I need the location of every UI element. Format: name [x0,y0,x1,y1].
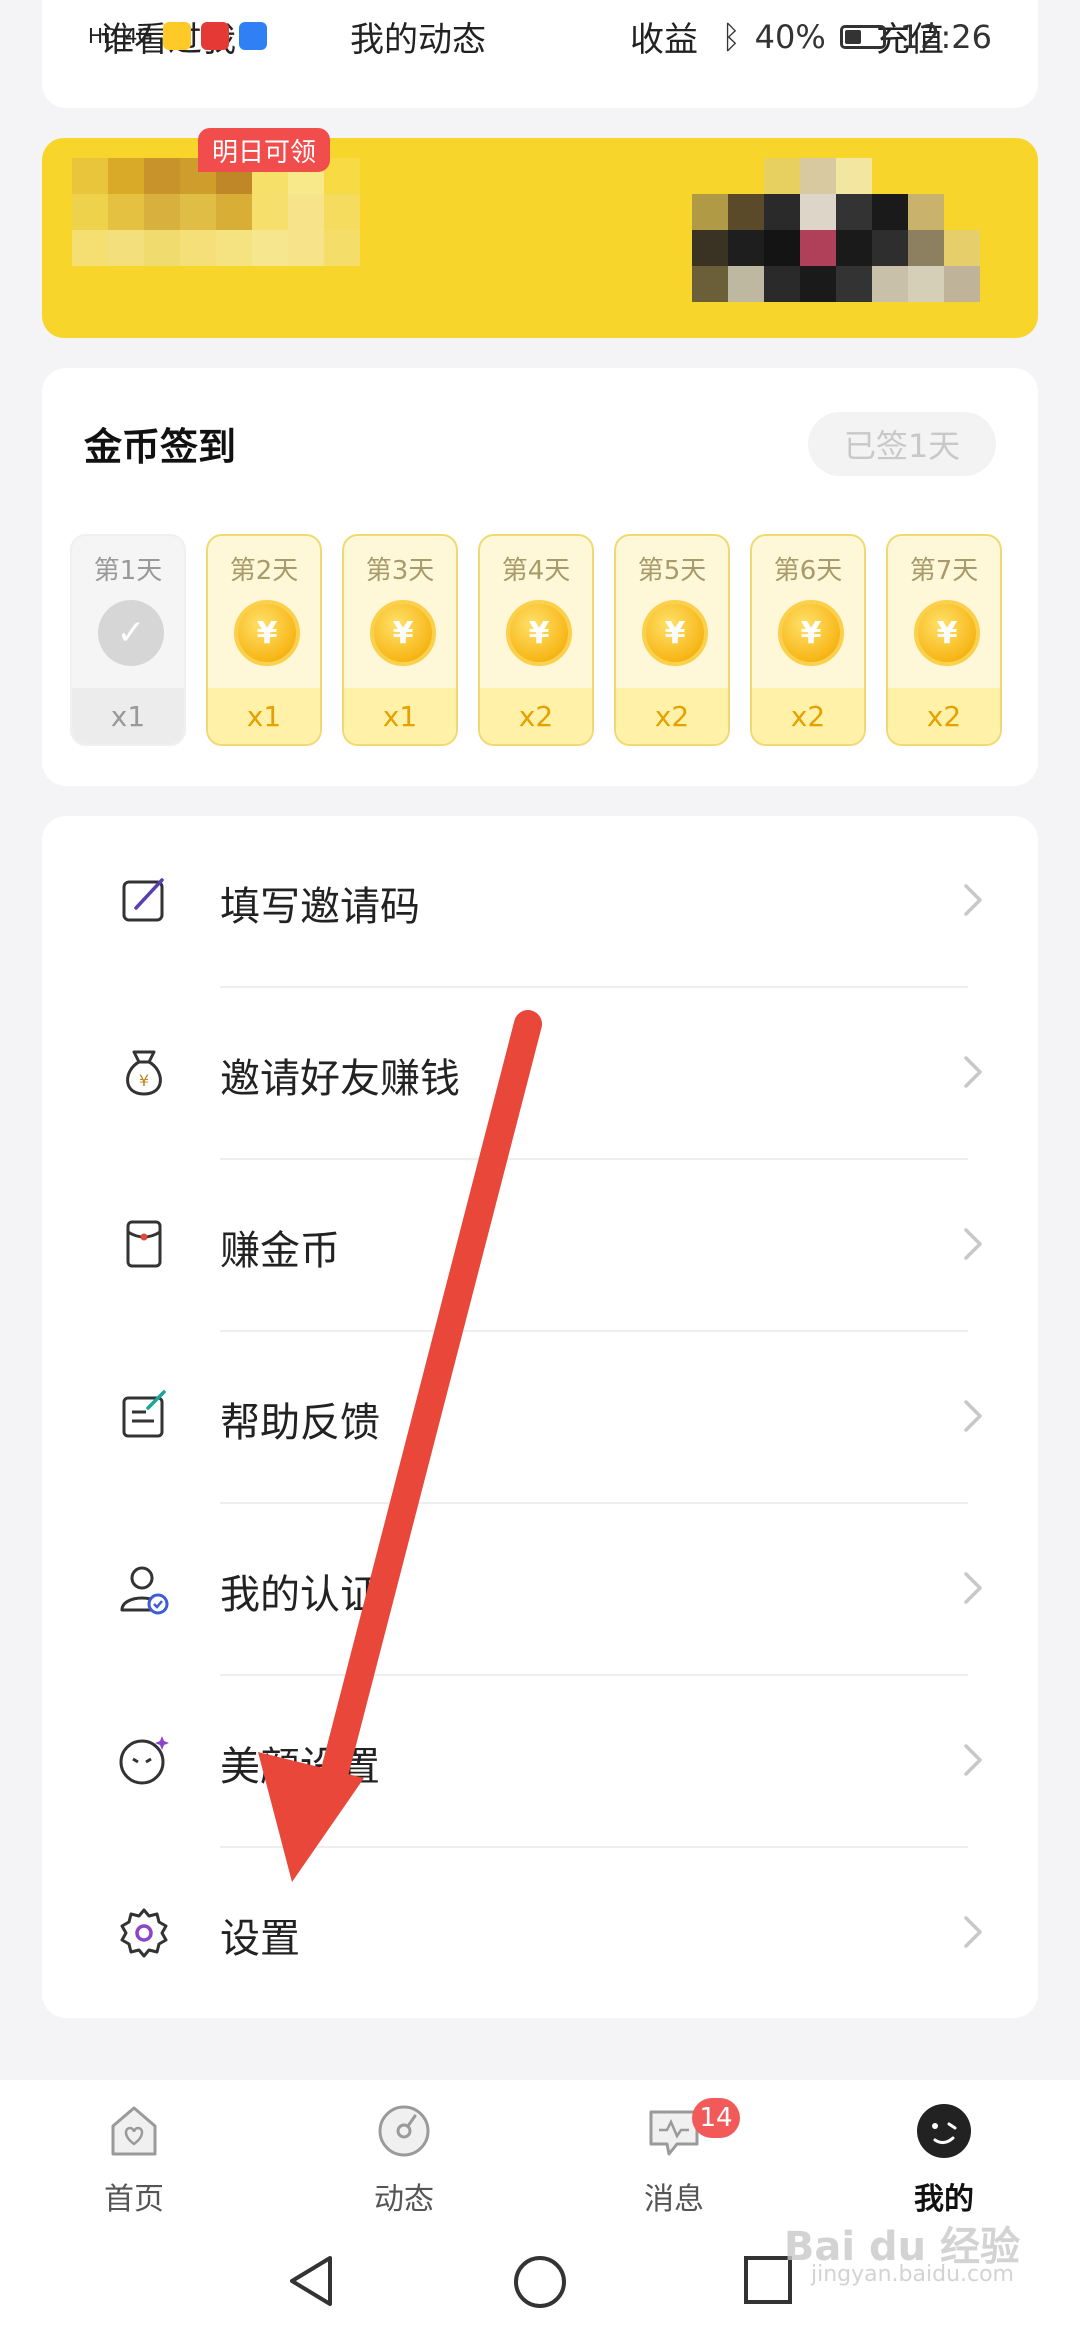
sign-in-title: 金币签到 [84,425,237,469]
menu-label: 邀请好友赚钱 [220,1056,460,1102]
nav-label: 动态 [374,2182,434,2217]
menu-item-help-feedback[interactable]: 帮助反馈 [42,1332,1038,1504]
sign-day-4[interactable]: 第4天 ¥ x2 [478,534,594,746]
nav-home[interactable]: 首页 [64,2102,204,2218]
huawei-app-icon [201,22,230,50]
menu-item-invite-friends[interactable]: ¥ 邀请好友赚钱 [42,988,1038,1160]
menu-item-beauty-settings[interactable]: 美颜设置 [42,1676,1038,1848]
coin-icon: ¥ [234,600,300,666]
day-label: 第5天 [637,556,707,586]
day-reward: x2 [616,688,728,744]
day-reward: x1 [344,688,456,744]
back-icon[interactable] [286,2254,336,2308]
feed-disc-icon [378,2105,430,2157]
sign-in-days: 第1天 ✓ x1 第2天 ¥ x1 第3天 ¥ x1 第4天 ¥ x2 第5天 … [70,534,1002,746]
coin-icon: ¥ [506,600,572,666]
status-bar: HD 4G ᛒ 40% 12:26 [0,0,1080,80]
svg-text:¥: ¥ [139,1071,149,1090]
coin-icon: ¥ [370,600,436,666]
coin-icon: ¥ [914,600,980,666]
menu-label: 帮助反馈 [220,1400,380,1446]
menu-label: 我的认证 [220,1572,380,1618]
chat-app-icon [239,22,268,50]
battery-icon [839,25,886,49]
menu-item-earn-coins[interactable]: 赚金币 [42,1160,1038,1332]
day-label: 第7天 [909,556,979,586]
bluetooth-icon: ᛒ [721,18,741,56]
day-reward: x1 [208,688,320,744]
menu-label: 填写邀请码 [220,884,420,930]
coin-icon: ¥ [642,600,708,666]
sign-day-2[interactable]: 第2天 ¥ x1 [206,534,322,746]
chevron-right-icon [964,1572,982,1604]
coin-icon: ¥ [778,600,844,666]
day-reward: x2 [888,688,1000,744]
nav-feed[interactable]: 动态 [334,2102,474,2218]
chevron-right-icon [964,1744,982,1776]
home-heart-icon [111,2106,157,2156]
notification-icon [163,22,192,50]
home-circle-icon[interactable] [512,2254,568,2310]
day-reward: x1 [72,688,184,744]
chevron-right-icon [964,1056,982,1088]
day-reward: x2 [480,688,592,744]
day-reward: x2 [752,688,864,744]
menu-label: 设置 [220,1916,300,1962]
profile-face-icon [917,2104,971,2158]
menu-item-verification[interactable]: 我的认证 [42,1504,1038,1676]
sign-day-3[interactable]: 第3天 ¥ x1 [342,534,458,746]
checkmark-icon: ✓ [98,600,164,666]
settings-menu: 填写邀请码 ¥ 邀请好友赚钱 赚金币 帮助反馈 我的认证 美颜设置 设置 [42,816,1038,2018]
battery-percent: 40% [754,18,826,56]
nav-profile[interactable]: 我的 [874,2102,1014,2218]
gear-icon [120,1908,168,1958]
nav-label: 消息 [644,2182,704,2217]
nav-label: 首页 [104,2182,164,2217]
banner-mosaic-text [72,158,396,266]
tomorrow-reward-badge: 明日可领 [198,128,330,172]
chevron-right-icon [964,1228,982,1260]
money-bag-icon: ¥ [126,1050,162,1096]
day-label: 第6天 [773,556,843,586]
day-label: 第1天 [93,556,163,586]
beauty-face-icon [119,1736,169,1785]
promo-banner[interactable] [42,138,1038,338]
nav-label: 我的 [914,2182,974,2217]
verified-user-icon [120,1566,169,1615]
day-label: 第4天 [501,556,571,586]
red-envelope-icon [126,1220,162,1268]
unread-badge: 14 [692,2098,740,2138]
edit-icon [122,878,164,922]
feedback-icon [122,1390,166,1438]
banner-mosaic-image [692,158,980,302]
chevron-right-icon [964,1916,982,1948]
menu-item-settings[interactable]: 设置 [42,1848,1038,2020]
chevron-right-icon [964,1400,982,1432]
day-label: 第3天 [365,556,435,586]
menu-label: 赚金币 [220,1228,340,1274]
sign-day-6[interactable]: 第6天 ¥ x2 [750,534,866,746]
nav-messages[interactable]: 14 消息 [604,2098,744,2218]
signed-status-button[interactable]: 已签1天 [808,412,996,476]
baidu-watermark-domain: jingyan.baidu.com [810,2262,1014,2287]
chevron-right-icon [964,884,982,916]
status-left: HD 4G [88,22,268,50]
bottom-navigation: 首页 动态 14 消息 我的 [0,2080,1080,2230]
sign-day-5[interactable]: 第5天 ¥ x2 [614,534,730,746]
menu-label: 美颜设置 [220,1744,380,1790]
sign-day-7[interactable]: 第7天 ¥ x2 [886,534,1002,746]
clock: 12:26 [899,18,992,56]
day-label: 第2天 [229,556,299,586]
signal-indicator: HD 4G [88,24,154,48]
sign-day-1[interactable]: 第1天 ✓ x1 [70,534,186,746]
menu-item-invite-code[interactable]: 填写邀请码 [42,816,1038,988]
status-right: ᛒ 40% 12:26 [721,18,992,56]
